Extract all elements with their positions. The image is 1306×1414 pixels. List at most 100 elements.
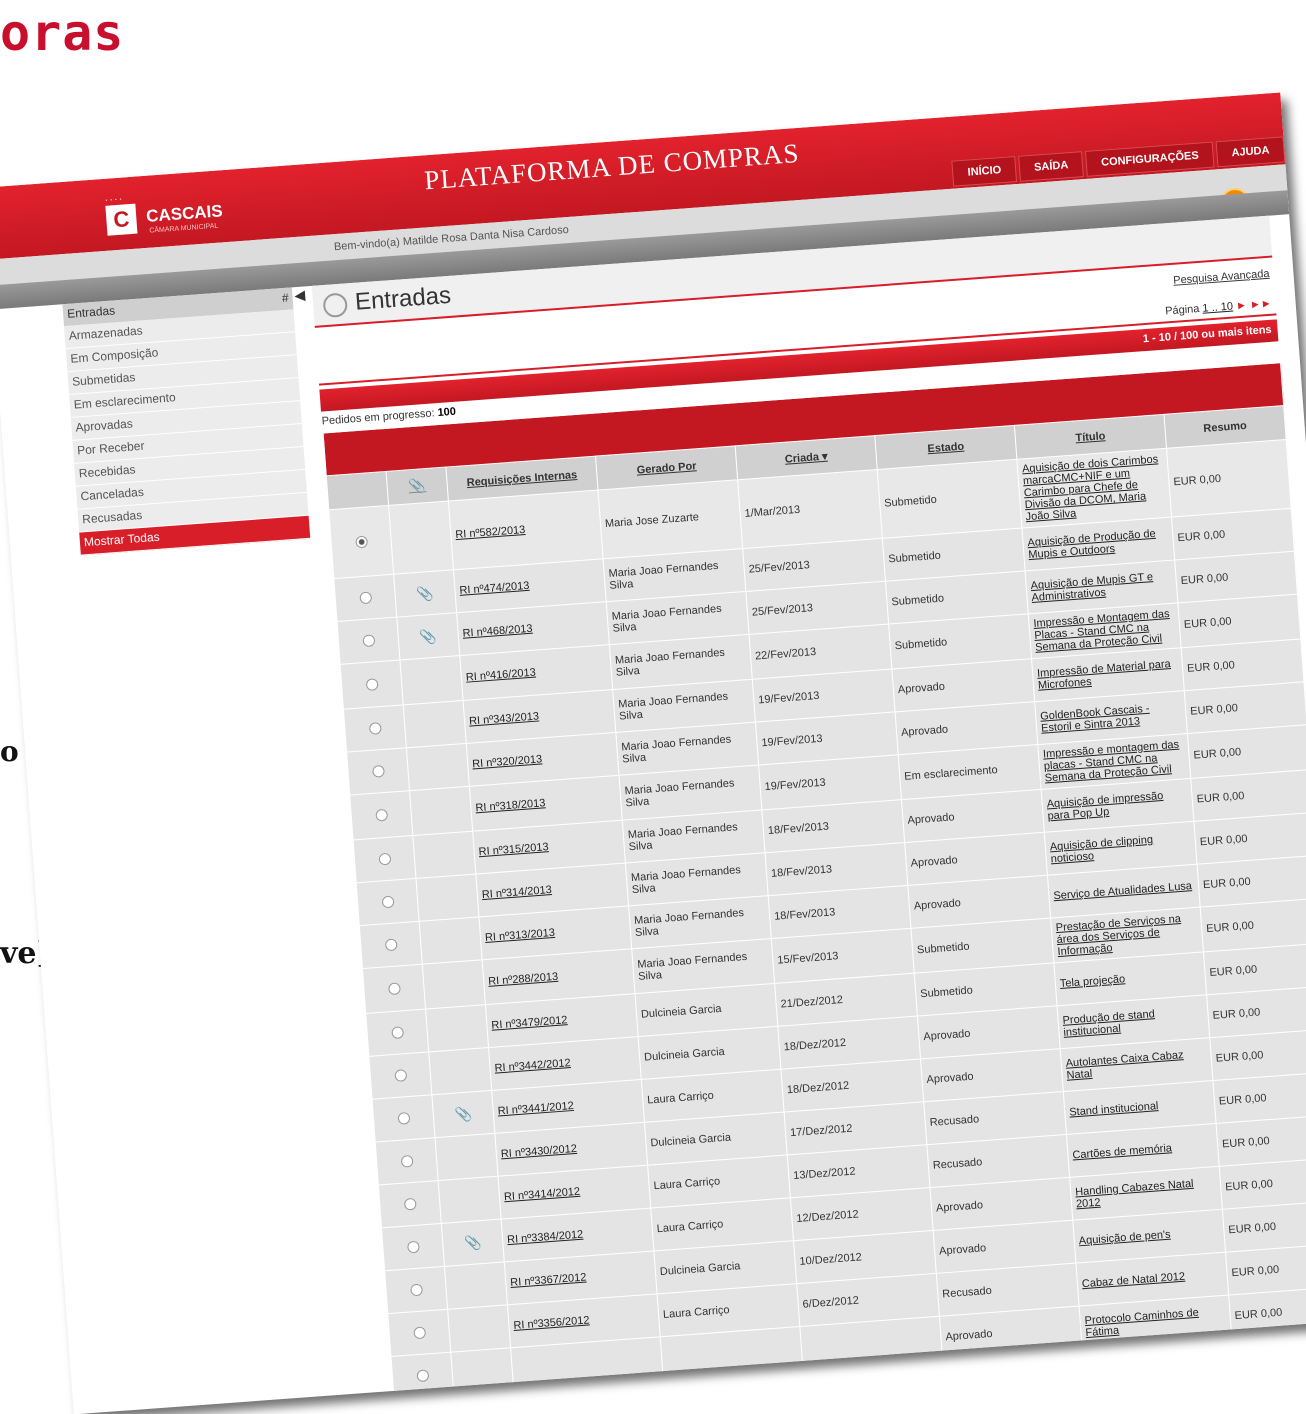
row-radio[interactable] [415,1369,429,1383]
row-radio[interactable] [397,1112,410,1125]
request-id-text[interactable]: RI nº3367/2012 [510,1272,587,1290]
row-radio[interactable] [390,1026,404,1040]
request-id-text[interactable]: RI nº3441/2012 [497,1100,574,1118]
row-select-cell[interactable] [375,1137,439,1185]
row-radio[interactable] [393,1069,407,1082]
row-radio[interactable] [387,982,401,996]
row-select-cell[interactable] [328,505,394,579]
row-radio[interactable] [381,895,395,909]
row-select-cell[interactable] [343,704,407,753]
advanced-search-link[interactable]: Pesquisa Avançada [1173,268,1270,287]
request-title-text[interactable]: Handling Cabazes Natal 2012 [1075,1178,1194,1211]
request-id-text[interactable]: RI nº313/2013 [485,927,556,944]
summary-text: EUR 0,00 [1180,571,1229,588]
request-title-text[interactable]: Produção de stand institucional [1062,1008,1155,1039]
created-date-text: 18/Dez/2012 [786,1079,850,1097]
paperclip-icon: 📎 [407,477,427,495]
row-select-cell[interactable] [390,1352,454,1400]
row-radio[interactable] [365,678,379,692]
request-title-text[interactable]: Impressão e Montagem das Placas - Stand … [1033,608,1170,654]
request-title-text[interactable]: Autolantes Caixa Cabaz Natal [1065,1049,1184,1082]
request-id-text[interactable]: RI nº3414/2012 [504,1186,581,1204]
request-id[interactable]: RI nº582/2013 [448,490,604,570]
request-title-text[interactable]: Aquisição de clipping noticioso [1049,834,1153,866]
row-select-cell[interactable] [387,1309,451,1357]
request-title-text[interactable]: Stand institucional [1069,1100,1159,1119]
row-select-cell[interactable] [384,1266,448,1314]
request-title-text[interactable]: GoldenBook Cascais - Estoril e Sintra 20… [1040,703,1150,735]
request-id-text[interactable]: RI nº318/2013 [475,797,546,814]
row-radio[interactable] [378,852,391,866]
request-id-text[interactable]: RI nº288/2013 [488,971,559,988]
row-select-cell[interactable] [372,1094,435,1143]
row-radio[interactable] [361,634,375,648]
request-id-text[interactable]: RI nº416/2013 [465,667,536,684]
row-select-cell[interactable] [368,1051,432,1100]
request-id-text[interactable]: RI nº343/2013 [469,710,540,727]
row-select-cell[interactable] [381,1223,445,1271]
row-radio[interactable] [406,1240,420,1254]
request-id-text[interactable]: RI nº3356/2012 [513,1314,590,1332]
request-title-text[interactable]: Aquisição de Produção de Mupis e Outdoor… [1027,528,1156,561]
row-radio[interactable] [400,1154,414,1168]
request-title-text[interactable]: Impressão de Material para Microfones [1037,658,1171,692]
row-radio[interactable] [354,535,368,549]
row-select-cell[interactable] [340,659,404,710]
request-title-text[interactable]: Impressão e montagem das placas - Stand … [1043,739,1180,785]
nav-ajuda[interactable]: AJUDA [1215,136,1286,168]
request-id-text[interactable]: RI nº315/2013 [478,841,549,858]
row-select-cell[interactable] [362,964,426,1014]
cascais-logo-icon[interactable]: C [105,203,138,236]
request-title[interactable]: Aquisição de dois Carimbos marcaCMC+NIF … [1016,448,1172,529]
sidebar-pin-icon[interactable]: # [281,291,289,307]
paperclip-icon[interactable]: 📎 [437,1104,489,1125]
row-select-cell[interactable] [365,1009,429,1057]
request-title-text[interactable]: Serviço de Atualidades Lusa [1053,880,1192,902]
request-id-text[interactable]: RI nº582/2013 [455,524,526,541]
request-id-text[interactable]: RI nº314/2013 [481,884,552,901]
row-radio[interactable] [412,1326,426,1340]
request-title-text[interactable]: Tela projeção [1059,973,1125,990]
request-id-text[interactable]: RI nº474/2013 [459,580,530,597]
paperclip-icon[interactable]: 📎 [399,583,451,604]
request-title-text[interactable]: Aquisição de impressão para Pop Up [1046,790,1163,822]
request-id-text[interactable]: RI nº3442/2012 [494,1057,571,1075]
paperclip-icon[interactable]: 📎 [447,1232,499,1253]
collapse-arrow-icon[interactable]: ◀ [294,286,306,304]
request-id-text[interactable]: RI nº468/2013 [462,623,533,640]
last-page-icon[interactable]: ►► [1249,298,1272,312]
row-radio[interactable] [371,764,385,778]
request-title-text[interactable]: Aquisição de pen's [1078,1229,1171,1248]
request-id-text[interactable]: RI nº3384/2012 [507,1229,584,1247]
row-radio[interactable] [403,1197,417,1211]
row-select-cell[interactable] [352,835,416,883]
row-select-cell[interactable] [346,747,410,796]
row-select-cell[interactable] [359,921,423,969]
request-id-text[interactable]: RI nº3479/2012 [491,1014,568,1032]
row-radio[interactable] [374,808,388,822]
request-id-text[interactable]: RI nº320/2013 [472,753,543,770]
row-select-cell[interactable] [356,878,420,926]
row-select-cell[interactable] [349,790,413,840]
paperclip-icon[interactable]: 📎 [402,626,454,647]
summary-text: EUR 0,00 [1227,1220,1277,1237]
pagination-range[interactable]: 1 .. 10 [1202,301,1233,315]
row-attachment-cell: 📎 [441,1219,505,1267]
request-id-text[interactable]: RI nº3430/2012 [500,1143,577,1161]
row-radio[interactable] [384,938,398,952]
nav-saida[interactable]: SAÍDA [1018,151,1085,182]
request-title-text[interactable]: Aquisição de dois Carimbos marcaCMC+NIF … [1022,453,1159,523]
row-radio[interactable] [358,591,372,605]
row-select-cell[interactable] [336,617,400,665]
request-title-text[interactable]: Cabaz de Natal 2012 [1082,1271,1186,1291]
next-page-icon[interactable]: ► [1236,300,1248,313]
request-title-text[interactable]: Protocolo Caminhos de Fátima [1084,1307,1199,1339]
nav-inicio[interactable]: INÍCIO [951,156,1018,187]
row-select-cell[interactable] [378,1180,442,1228]
row-select-cell[interactable] [333,574,397,622]
row-radio[interactable] [409,1283,423,1297]
row-radio[interactable] [368,722,382,735]
request-title-text[interactable]: Prestação de Serviços na área dos Serviç… [1055,913,1181,958]
request-title-text[interactable]: Aquisição de Mupis GT e Administrativos [1030,571,1153,604]
request-title-text[interactable]: Cartões de memória [1072,1142,1172,1161]
